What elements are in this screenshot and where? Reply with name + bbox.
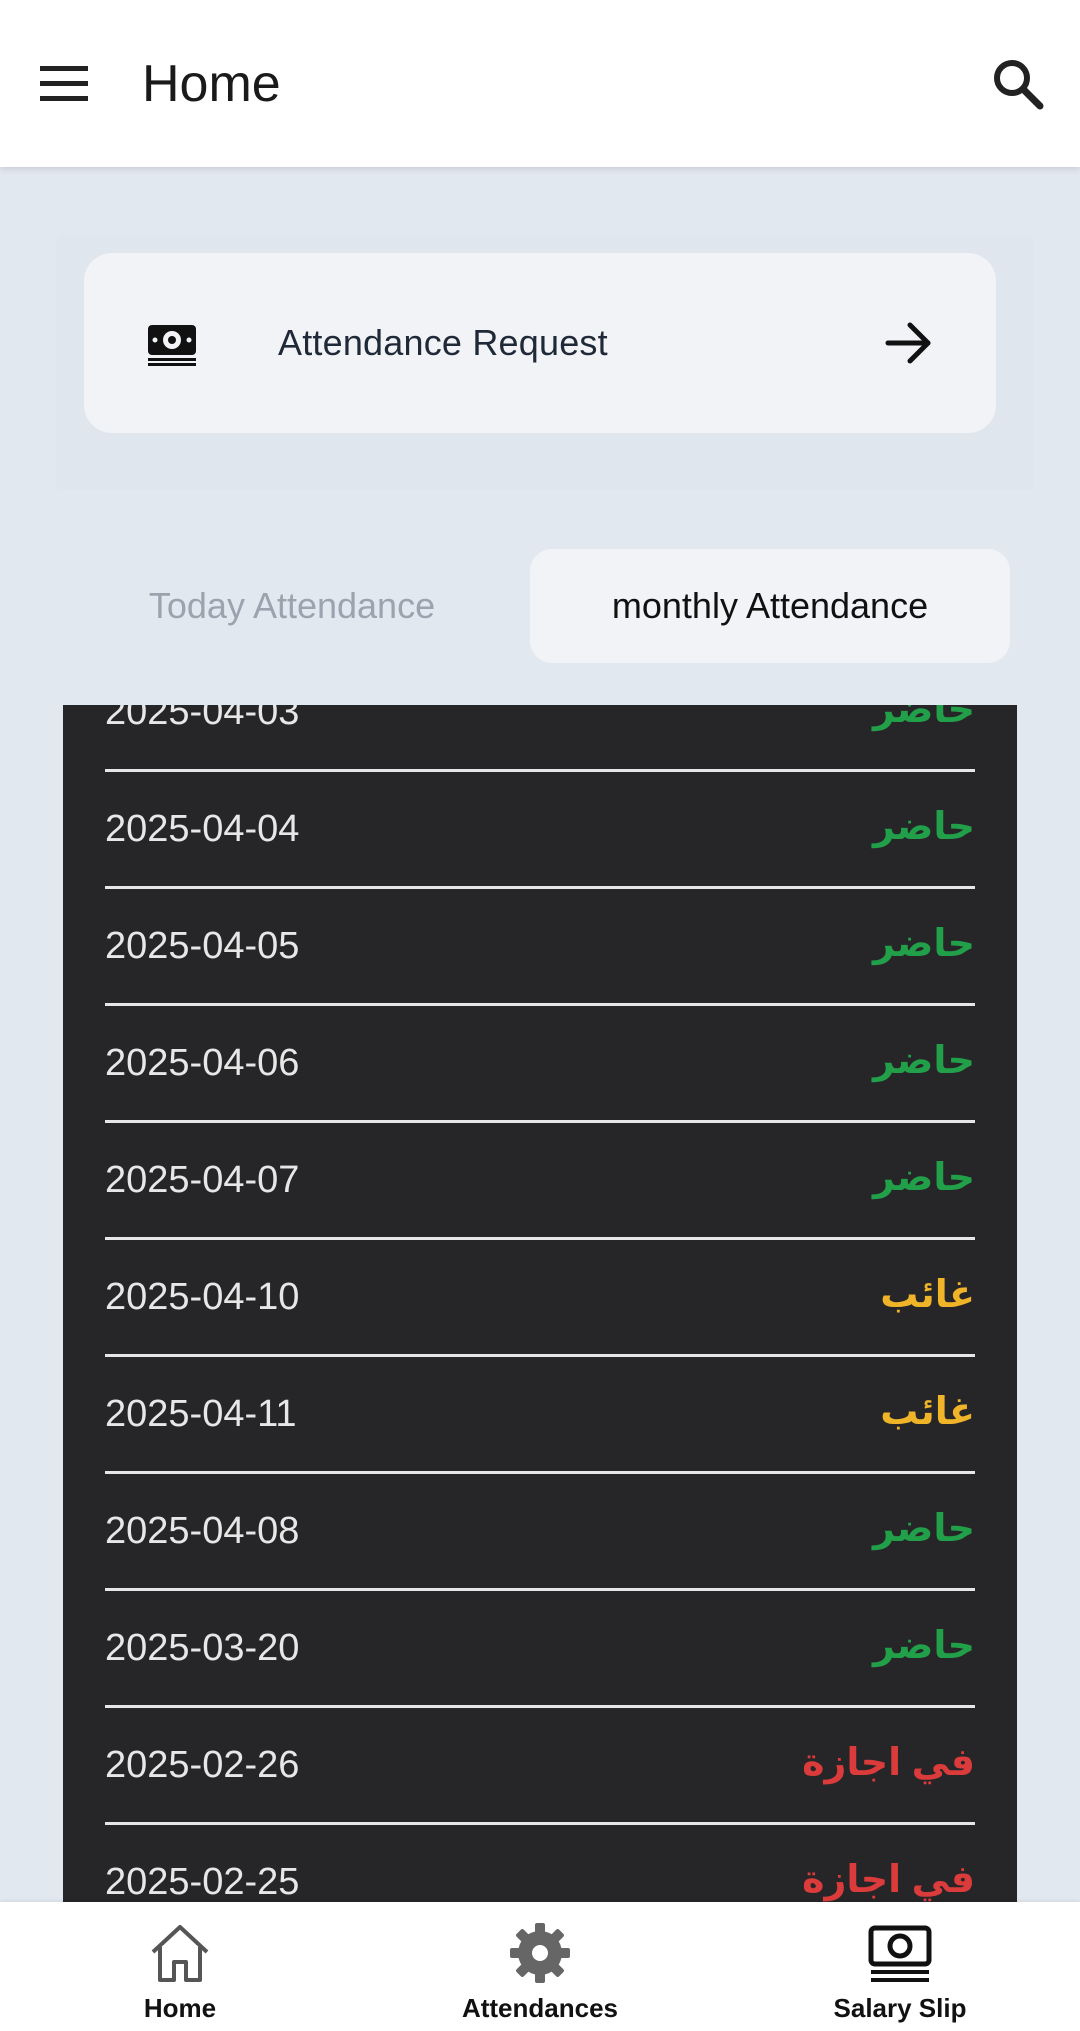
menu-icon[interactable] — [38, 62, 90, 106]
bottom-navigation: Home Attendances Salary Slip — [0, 1902, 1080, 2031]
nav-attendances-label: Attendances — [461, 1993, 619, 2023]
attendance-status: غائب — [880, 1274, 975, 1316]
attendance-row[interactable]: 2025-04-07 حاضر — [63, 1123, 1017, 1240]
attendance-row[interactable]: 2025-04-08 حاضر — [63, 1474, 1017, 1591]
attendance-date: 2025-04-08 — [105, 1510, 300, 1552]
nav-attendances[interactable]: Attendances — [360, 1902, 720, 2031]
attendance-status: حاضر — [872, 1625, 975, 1667]
attendance-date: 2025-04-11 — [105, 1393, 297, 1435]
attendance-request-card[interactable]: Attendance Request — [84, 253, 996, 433]
attendance-status: غائب — [880, 1391, 975, 1433]
arrow-right-icon[interactable] — [884, 319, 934, 367]
page-title: Home — [142, 55, 281, 113]
attendance-row[interactable]: 2025-04-10 غائب — [63, 1240, 1017, 1357]
tab-today-attendance[interactable]: Today Attendance — [60, 549, 524, 663]
attendance-date: 2025-04-07 — [105, 1159, 300, 1201]
attendance-status: حاضر — [872, 1157, 975, 1199]
nav-home-label: Home — [143, 1993, 217, 2023]
attendance-request-label: Attendance Request — [278, 322, 608, 363]
attendance-status: حاضر — [872, 705, 975, 731]
attendance-status: في اجازة — [802, 1859, 975, 1901]
nav-salary-slip[interactable]: Salary Slip — [720, 1902, 1080, 2031]
gear-icon — [510, 1923, 570, 1983]
attendance-row[interactable]: 2025-04-04 حاضر — [63, 772, 1017, 889]
app-bar: Home — [0, 0, 1080, 167]
nav-home[interactable]: Home — [0, 1902, 360, 2031]
attendance-row[interactable]: 2025-02-26 في اجازة — [63, 1708, 1017, 1825]
attendance-row[interactable]: 2025-04-05 حاضر — [63, 889, 1017, 1006]
attendance-list-content: 2025-04-03 حاضر 2025-04-04 حاضر 2025-04-05 حا… — [63, 705, 1017, 1902]
attendance-date: 2025-04-05 — [105, 925, 300, 967]
nav-salary-slip-label: Salary Slip — [833, 1993, 967, 2023]
attendance-row[interactable]: 2025-04-06 حاضر — [63, 1006, 1017, 1123]
attendance-date: 2025-04-10 — [105, 1276, 300, 1318]
tab-monthly-attendance[interactable]: monthly Attendance — [530, 549, 1010, 663]
attendance-date: 2025-04-04 — [105, 808, 300, 850]
attendance-row[interactable]: 2025-03-20 حاضر — [63, 1591, 1017, 1708]
attendance-date: 2025-04-06 — [105, 1042, 300, 1084]
attendance-status: حاضر — [872, 806, 975, 848]
money-icon — [148, 325, 196, 366]
attendance-row[interactable]: 2025-02-25 في اجازة — [63, 1825, 1017, 1902]
attendance-status: حاضر — [872, 1040, 975, 1082]
attendance-status: حاضر — [872, 1508, 975, 1550]
attendance-date: 2025-03-20 — [105, 1627, 300, 1669]
home-icon — [151, 1925, 209, 1982]
attendance-date: 2025-02-26 — [105, 1744, 300, 1786]
attendance-status: في اجازة — [802, 1742, 975, 1784]
attendance-list[interactable]: 2025-04-03 حاضر 2025-04-04 حاضر 2025-04-05 حا… — [63, 705, 1017, 1902]
money-icon — [868, 1925, 932, 1982]
attendance-row[interactable]: 2025-04-11 غائب — [63, 1357, 1017, 1474]
search-icon[interactable] — [990, 56, 1046, 112]
attendance-date: 2025-04-03 — [105, 705, 300, 733]
attendance-date: 2025-02-25 — [105, 1861, 300, 1902]
attendance-status: حاضر — [872, 923, 975, 965]
attendance-row[interactable]: 2025-04-03 حاضر — [63, 705, 1017, 772]
